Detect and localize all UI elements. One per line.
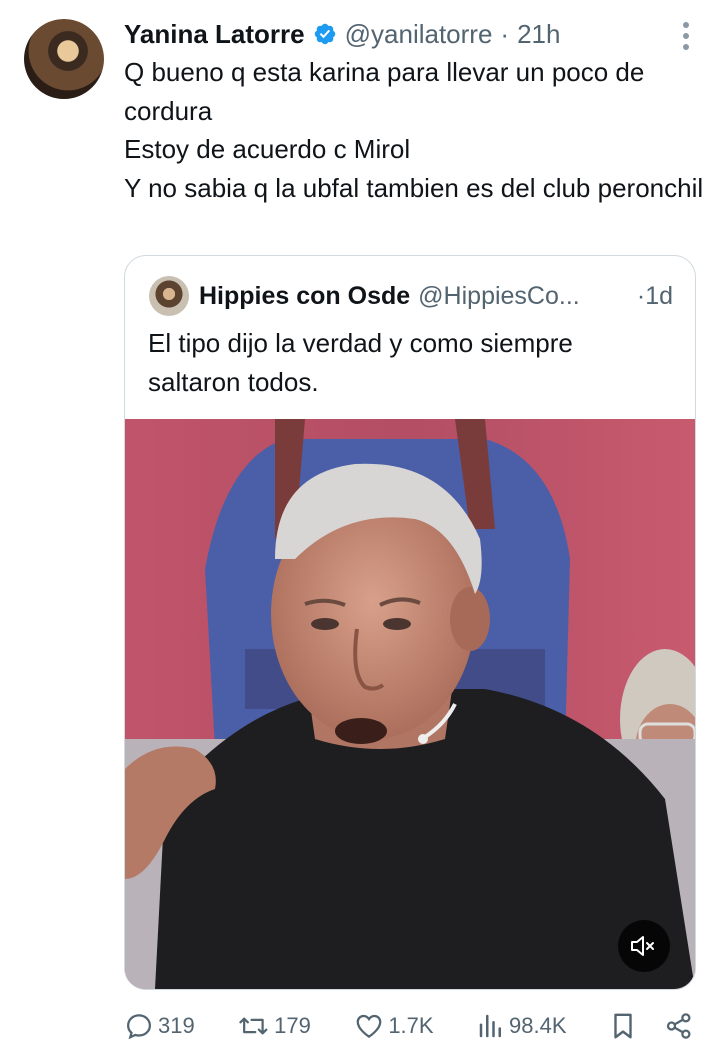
quote-time-value: 1d <box>645 281 673 310</box>
tweet-text-line: Q bueno q esta karina para llevar un poc… <box>124 57 645 126</box>
more-options-icon[interactable] <box>676 22 696 50</box>
quote-author-handle: @HippiesCo... <box>418 281 580 310</box>
tweet-text-line: Estoy de acuerdo c Mirol <box>124 134 411 164</box>
quoted-tweet[interactable]: Hippies con Osde @HippiesCo... ·1d El ti… <box>124 255 696 990</box>
views-button[interactable]: 98.4K <box>477 1011 567 1041</box>
reply-count: 319 <box>158 1013 195 1038</box>
quote-separator: · <box>636 281 646 310</box>
views-count: 98.4K <box>509 1013 567 1038</box>
quote-time: ·1d <box>637 282 673 311</box>
tweet-text-line: Y no sabia q la ubfal tambien es del clu… <box>124 172 704 203</box>
quote-text: El tipo dijo la verdad y como siempre sa… <box>148 328 573 397</box>
repost-icon <box>239 1017 268 1035</box>
reply-icon <box>126 1014 152 1040</box>
repost-count: 179 <box>274 1013 311 1038</box>
repost-button[interactable]: 179 <box>238 1011 311 1041</box>
verified-badge-icon <box>314 23 335 45</box>
author-handle[interactable]: @yanilatorre <box>345 19 493 50</box>
tweet-actions: 319 179 1.7K 98.4K <box>124 1006 694 1046</box>
like-count: 1.7K <box>388 1013 434 1038</box>
action-group-right <box>610 1011 694 1041</box>
views-icon <box>479 1014 502 1038</box>
tweet-time[interactable]: 21h <box>517 19 560 50</box>
author-avatar[interactable] <box>24 19 104 99</box>
tweet-header: Yanina Latorre @yanilatorre · 21h <box>124 14 700 54</box>
quote-author-avatar <box>149 276 189 316</box>
bookmark-icon[interactable] <box>610 1011 636 1041</box>
share-icon[interactable] <box>664 1011 694 1041</box>
tweet-text: Q bueno q esta karina para llevar un poc… <box>124 53 704 207</box>
reply-button[interactable]: 319 <box>124 1011 195 1041</box>
mute-icon[interactable] <box>618 920 670 972</box>
video-frame <box>125 419 695 989</box>
like-button[interactable]: 1.7K <box>354 1011 434 1041</box>
quote-header: Hippies con Osde @HippiesCo... ·1d <box>199 278 673 314</box>
heart-icon <box>356 1014 382 1038</box>
author-name[interactable]: Yanina Latorre <box>124 19 305 50</box>
quote-author-name: Hippies con Osde <box>199 281 411 310</box>
separator-dot: · <box>500 18 510 49</box>
mute-glyph-icon <box>631 936 654 956</box>
quote-video[interactable] <box>125 419 695 989</box>
